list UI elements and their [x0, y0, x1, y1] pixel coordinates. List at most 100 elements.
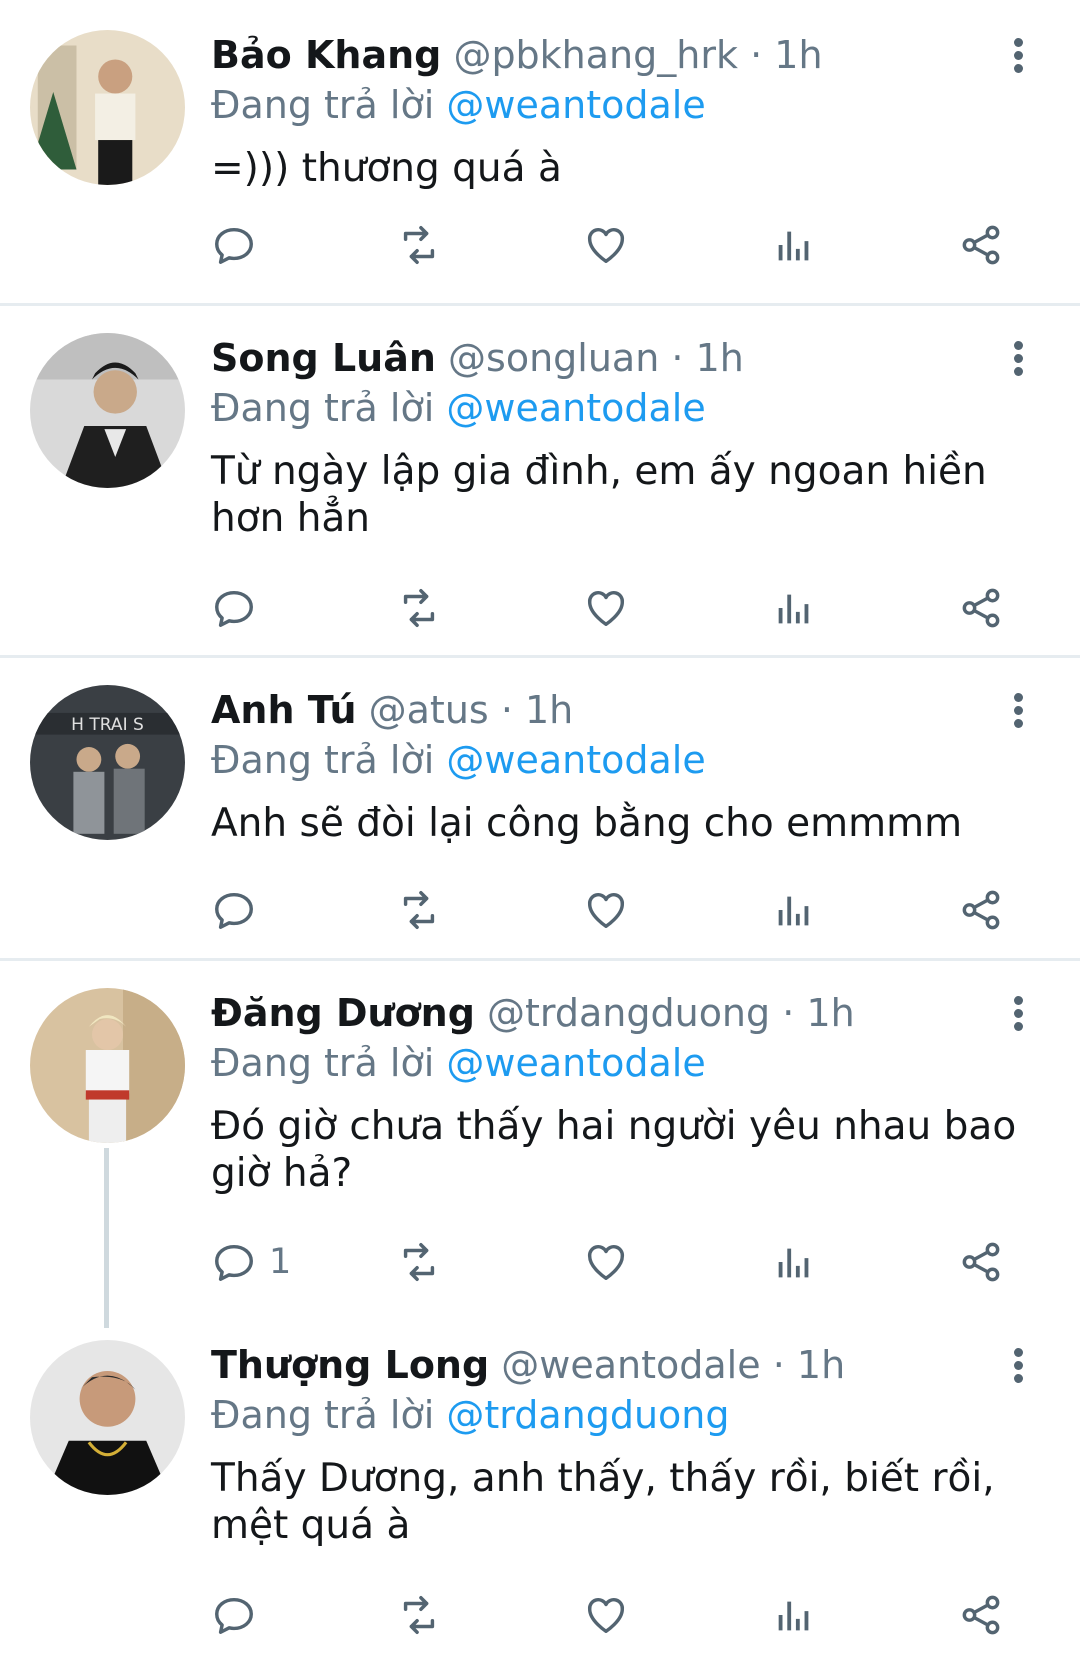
reply-icon [215, 227, 253, 264]
display-name[interactable]: Đăng Dương [211, 991, 475, 1035]
replying-to: Đang trả lời @trdangduong [211, 1390, 730, 1440]
tweet-header: Bảo Khang @pbkhang_hrk · 1h [211, 30, 823, 80]
replying-to-link[interactable]: @weantodale [446, 1041, 705, 1085]
reply-count: 1 [269, 1242, 292, 1282]
timestamp[interactable]: 1h [774, 33, 822, 77]
heart-icon [587, 1244, 625, 1281]
replying-to-link[interactable]: @weantodale [446, 83, 705, 127]
timestamp[interactable]: 1h [797, 1343, 845, 1387]
reply-button[interactable] [211, 578, 257, 638]
like-button[interactable] [583, 215, 629, 275]
retweet-button[interactable] [396, 1232, 442, 1292]
tweet-header: Anh Tú @atus · 1h [211, 685, 573, 735]
display-name[interactable]: Bảo Khang [211, 33, 441, 77]
replying-to-link[interactable]: @trdangduong [446, 1393, 729, 1437]
share-icon [962, 1595, 1000, 1635]
heart-icon [587, 227, 625, 264]
action-bar [0, 578, 1080, 638]
share-button[interactable] [958, 578, 1004, 638]
views-button[interactable] [771, 880, 817, 940]
analytics-icon [778, 594, 809, 624]
display-name[interactable]: Thượng Long [211, 1343, 489, 1387]
action-bar [0, 880, 1080, 940]
timestamp[interactable]: 1h [525, 688, 573, 732]
replying-to: Đang trả lời @weantodale [211, 735, 706, 785]
retweet-icon [403, 891, 435, 929]
like-button[interactable] [583, 1232, 629, 1292]
avatar-image [30, 1340, 185, 1495]
views-button[interactable] [771, 215, 817, 275]
separator-dot: · [750, 33, 763, 77]
share-icon [962, 890, 1000, 930]
avatar[interactable] [30, 1340, 185, 1495]
avatar[interactable]: H TRAI S [30, 685, 185, 840]
separator-dot: · [782, 991, 795, 1035]
analytics-icon [778, 1601, 809, 1631]
reply-button[interactable] [211, 1585, 257, 1645]
user-handle[interactable]: @atus [369, 688, 489, 732]
more-vertical-icon[interactable] [1000, 1348, 1036, 1388]
analytics-icon [778, 231, 809, 261]
retweet-button[interactable] [396, 880, 442, 940]
retweet-button[interactable] [396, 1585, 442, 1645]
replying-to: Đang trả lời @weantodale [211, 80, 706, 130]
more-vertical-icon[interactable] [1000, 693, 1036, 733]
divider [0, 655, 1080, 658]
retweet-button[interactable] [396, 578, 442, 638]
tweet-header: Song Luân @songluan · 1h [211, 333, 744, 383]
display-name[interactable]: Anh Tú [211, 688, 357, 732]
more-vertical-icon[interactable] [1000, 341, 1036, 381]
replying-to: Đang trả lời @weantodale [211, 383, 706, 433]
share-icon [962, 225, 1000, 265]
user-handle[interactable]: @weantodale [501, 1343, 760, 1387]
reply-button[interactable] [211, 215, 257, 275]
replying-to-label: Đang trả lời [211, 386, 435, 430]
analytics-icon [778, 896, 809, 926]
like-button[interactable] [583, 1585, 629, 1645]
like-button[interactable] [583, 578, 629, 638]
share-button[interactable] [958, 1585, 1004, 1645]
heart-icon [587, 590, 625, 627]
reply-icon [215, 590, 253, 627]
more-vertical-icon[interactable] [1000, 38, 1036, 78]
tweet-header: Đăng Dương @trdangduong · 1h [211, 988, 855, 1038]
timestamp[interactable]: 1h [696, 336, 744, 380]
like-button[interactable] [583, 880, 629, 940]
divider [0, 303, 1080, 306]
action-bar [0, 1585, 1080, 1645]
analytics-icon [778, 1248, 809, 1278]
avatar[interactable] [30, 988, 185, 1143]
replying-to: Đang trả lời @weantodale [211, 1038, 706, 1088]
avatar-image: H TRAI S [30, 685, 185, 840]
user-handle[interactable]: @pbkhang_hrk [453, 33, 738, 77]
retweet-icon [403, 1596, 435, 1634]
retweet-icon [403, 1243, 435, 1281]
share-button[interactable] [958, 215, 1004, 275]
share-icon [962, 588, 1000, 628]
replying-to-label: Đang trả lời [211, 738, 435, 782]
views-button[interactable] [771, 1585, 817, 1645]
heart-icon [587, 1597, 625, 1634]
replying-to-link[interactable]: @weantodale [446, 738, 705, 782]
avatar-image [30, 988, 185, 1143]
avatar[interactable] [30, 333, 185, 488]
display-name[interactable]: Song Luân [211, 336, 436, 380]
views-button[interactable] [771, 578, 817, 638]
tweet-text: Thấy Dương, anh thấy, thấy rồi, biết rồi… [211, 1456, 995, 1548]
avatar[interactable] [30, 30, 185, 185]
reply-icon [215, 1597, 253, 1634]
views-button[interactable] [771, 1232, 817, 1292]
retweet-button[interactable] [396, 215, 442, 275]
share-button[interactable] [958, 1232, 1004, 1292]
reply-icon [215, 1244, 253, 1281]
user-handle[interactable]: @songluan [448, 336, 659, 380]
reply-button[interactable] [211, 880, 257, 940]
retweet-icon [403, 226, 435, 264]
reply-button[interactable]: 1 [211, 1232, 291, 1292]
share-button[interactable] [958, 880, 1004, 940]
avatar-image [30, 333, 185, 488]
timestamp[interactable]: 1h [806, 991, 854, 1035]
more-vertical-icon[interactable] [1000, 996, 1036, 1036]
replying-to-link[interactable]: @weantodale [446, 386, 705, 430]
user-handle[interactable]: @trdangduong [487, 991, 770, 1035]
